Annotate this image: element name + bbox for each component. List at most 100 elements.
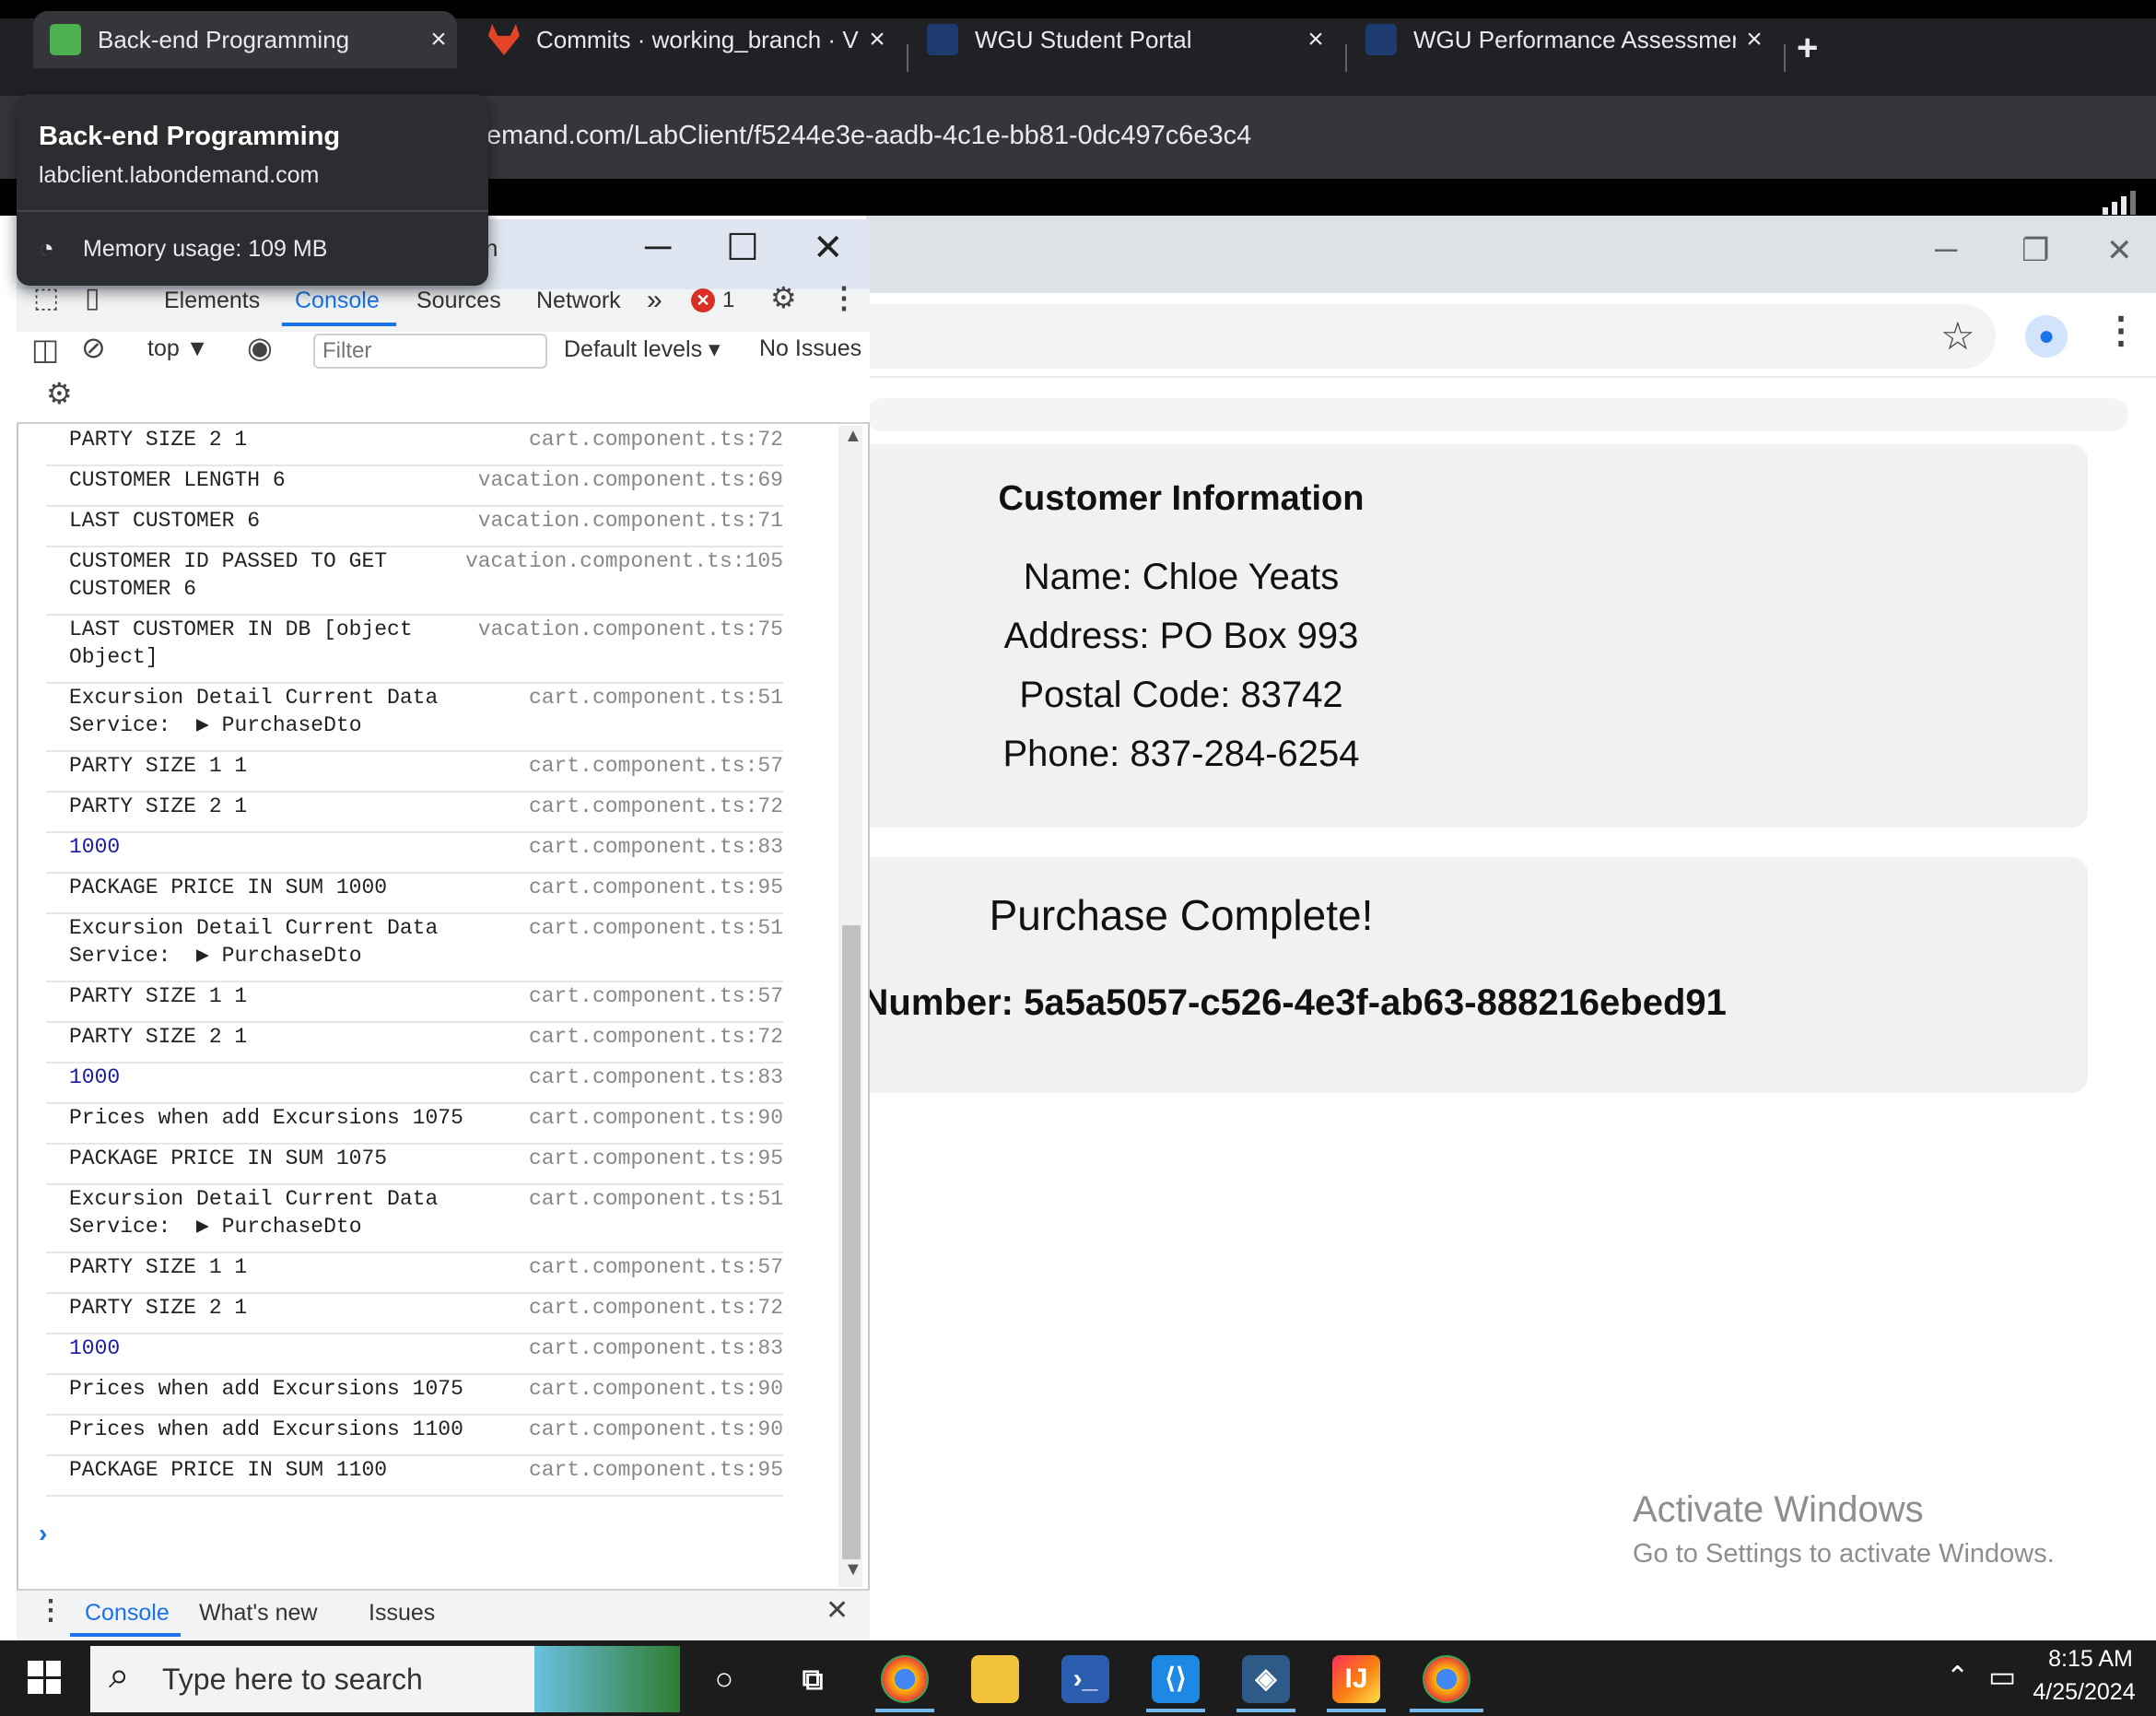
inner-address-bar[interactable]	[866, 304, 1996, 369]
powershell-icon[interactable]: ›_	[1061, 1655, 1109, 1703]
intellij-idea-icon[interactable]: IJ	[1332, 1655, 1380, 1703]
taskbar-clock-time[interactable]: 8:15 AM	[2040, 1646, 2141, 1673]
drawer-tab-whats-new[interactable]: What's new	[199, 1600, 317, 1627]
log-source-link[interactable]: cart.component.ts:57	[529, 1253, 783, 1281]
issues-counter[interactable]: No Issues	[759, 335, 861, 362]
inspect-element-icon[interactable]: ⬚	[33, 282, 59, 314]
hover-card-title: Back-end Programming	[39, 122, 341, 151]
log-source-link[interactable]: cart.component.ts:51	[529, 1185, 783, 1213]
chrome-icon[interactable]	[881, 1655, 929, 1703]
windows-start-icon[interactable]	[28, 1661, 61, 1694]
log-source-link[interactable]: vacation.component.ts:105	[465, 547, 783, 575]
gitlab-favicon-icon	[488, 24, 520, 55]
settings-gear-icon[interactable]: ⚙	[770, 280, 797, 315]
browser-menu-icon[interactable]: ⋮	[2103, 310, 2139, 352]
scrollbar-thumb[interactable]	[842, 925, 861, 1559]
bookmark-star-icon[interactable]: ☆	[1940, 313, 1975, 358]
scroll-down-arrow-icon[interactable]: ▼	[844, 1559, 862, 1581]
devtools-menu-icon[interactable]: ⋮	[829, 280, 859, 315]
more-tabs-icon[interactable]: »	[647, 286, 662, 315]
task-view-icon[interactable]: ⧉	[789, 1655, 837, 1703]
error-icon[interactable]: ✕	[691, 288, 715, 312]
log-source-link[interactable]: vacation.component.ts:75	[478, 616, 783, 643]
log-source-link[interactable]: cart.component.ts:72	[529, 1294, 783, 1322]
chrome-icon[interactable]	[1423, 1655, 1471, 1703]
new-tab-button[interactable]: +	[1797, 28, 1818, 69]
log-source-link[interactable]: cart.component.ts:72	[529, 793, 783, 820]
mysql-workbench-icon[interactable]: ◈	[1242, 1655, 1290, 1703]
log-source-link[interactable]: cart.component.ts:51	[529, 914, 783, 942]
minimize-icon[interactable]: ─	[1935, 232, 1957, 268]
console-settings-gear-icon[interactable]: ⚙	[46, 376, 73, 411]
log-source-link[interactable]: cart.component.ts:90	[529, 1104, 783, 1132]
log-source-link[interactable]: vacation.component.ts:71	[478, 507, 783, 535]
tab-elements[interactable]: Elements	[164, 286, 260, 315]
device-toolbar-icon[interactable]: ▯	[85, 282, 100, 314]
profile-avatar-icon[interactable]: ●	[2025, 315, 2068, 358]
close-tab-icon[interactable]: ×	[1736, 24, 1773, 55]
log-source-link[interactable]: cart.component.ts:90	[529, 1416, 783, 1443]
close-window-icon[interactable]: ✕	[2106, 232, 2133, 269]
console-log-row: 1000 cart.component.ts:83	[46, 1064, 783, 1104]
close-tab-icon[interactable]: ×	[420, 24, 457, 55]
tab-wgu-student-portal[interactable]: WGU Student Portal ×	[910, 11, 1334, 68]
search-icon: ⌕	[109, 1655, 130, 1696]
running-indicator	[1236, 1709, 1295, 1712]
error-count[interactable]: 1	[722, 288, 734, 313]
maximize-icon[interactable]: ☐	[726, 227, 759, 269]
tab-separator	[1345, 44, 1347, 72]
tab-console[interactable]: Console	[295, 286, 380, 315]
log-source-link[interactable]: cart.component.ts:90	[529, 1375, 783, 1403]
log-source-link[interactable]: cart.component.ts:83	[529, 833, 783, 861]
log-source-link[interactable]: cart.component.ts:57	[529, 982, 783, 1010]
console-prompt[interactable]: ›	[39, 1519, 47, 1548]
log-source-link[interactable]: cart.component.ts:72	[529, 1023, 783, 1051]
drawer-tab-issues[interactable]: Issues	[369, 1600, 435, 1627]
log-message: Prices when add Excursions 1075	[69, 1106, 463, 1130]
drawer-tab-console[interactable]: Console	[85, 1600, 170, 1627]
log-message: Prices when add Excursions 1100	[69, 1417, 463, 1441]
log-source-link[interactable]: cart.component.ts:83	[529, 1064, 783, 1091]
minimize-icon[interactable]: ─	[645, 227, 671, 268]
tab-network[interactable]: Network	[536, 286, 621, 315]
vscode-icon[interactable]: ⟨⟩	[1152, 1655, 1200, 1703]
tab-commits[interactable]: Commits · working_branch · V ×	[472, 11, 896, 68]
restore-icon[interactable]: ❐	[2021, 232, 2049, 269]
live-expression-eye-icon[interactable]: ◉	[247, 330, 273, 365]
log-source-link[interactable]: cart.component.ts:95	[529, 874, 783, 901]
log-source-link[interactable]: cart.component.ts:95	[529, 1145, 783, 1172]
tab-sources[interactable]: Sources	[416, 286, 501, 315]
close-window-icon[interactable]: ✕	[813, 227, 844, 269]
scroll-up-arrow-icon[interactable]: ▲	[844, 426, 862, 447]
taskbar-search-placeholder[interactable]: Type here to search	[162, 1663, 423, 1697]
hover-card-memory: Memory usage: 109 MB	[83, 236, 328, 262]
sidebar-toggle-icon[interactable]: ◫	[31, 332, 59, 367]
close-tab-icon[interactable]: ×	[859, 24, 896, 55]
clear-console-icon[interactable]: ⊘	[81, 330, 106, 365]
file-explorer-icon[interactable]	[971, 1655, 1019, 1703]
tray-overflow-chevron-icon[interactable]: ⌃	[1946, 1661, 1969, 1693]
close-tab-icon[interactable]: ×	[1297, 24, 1334, 55]
console-log-row: 1000 cart.component.ts:83	[46, 833, 783, 874]
console-log-row: PACKAGE PRICE IN SUM 1100 cart.component.…	[46, 1456, 783, 1497]
console-log-row: Excursion Detail Current Data Service: ▶…	[46, 684, 783, 752]
log-source-link[interactable]: cart.component.ts:95	[529, 1456, 783, 1484]
log-source-link[interactable]: cart.component.ts:51	[529, 684, 783, 711]
console-filter-input[interactable]	[313, 334, 547, 369]
log-message: PARTY SIZE 2 1	[69, 428, 248, 452]
close-drawer-icon[interactable]: ✕	[826, 1594, 849, 1627]
taskbar-clock-date[interactable]: 4/25/2024	[2027, 1679, 2141, 1706]
network-icon[interactable]: ▭	[1988, 1659, 2016, 1694]
log-source-link[interactable]: cart.component.ts:57	[529, 752, 783, 780]
log-source-link[interactable]: vacation.component.ts:69	[478, 466, 783, 494]
log-source-link[interactable]: cart.component.ts:83	[529, 1334, 783, 1362]
drawer-menu-icon[interactable]: ⋮	[37, 1594, 64, 1627]
tab-wgu-performance-assessment[interactable]: WGU Performance Assessmer ×	[1349, 11, 1773, 68]
log-levels-dropdown[interactable]: Default levels ▾	[564, 335, 721, 363]
context-selector[interactable]: top ▼	[147, 335, 208, 362]
inner-browser-titlebar: ─ ❐ ✕	[866, 216, 2156, 293]
log-source-link[interactable]: cart.component.ts:72	[529, 426, 783, 453]
tab-back-end-programming[interactable]: Back-end Programming ×	[33, 11, 457, 68]
address-bar-url[interactable]: emand.com/LabClient/f5244e3e-aadb-4c1e-b…	[486, 121, 1251, 151]
cortana-icon[interactable]: ○	[700, 1655, 748, 1703]
